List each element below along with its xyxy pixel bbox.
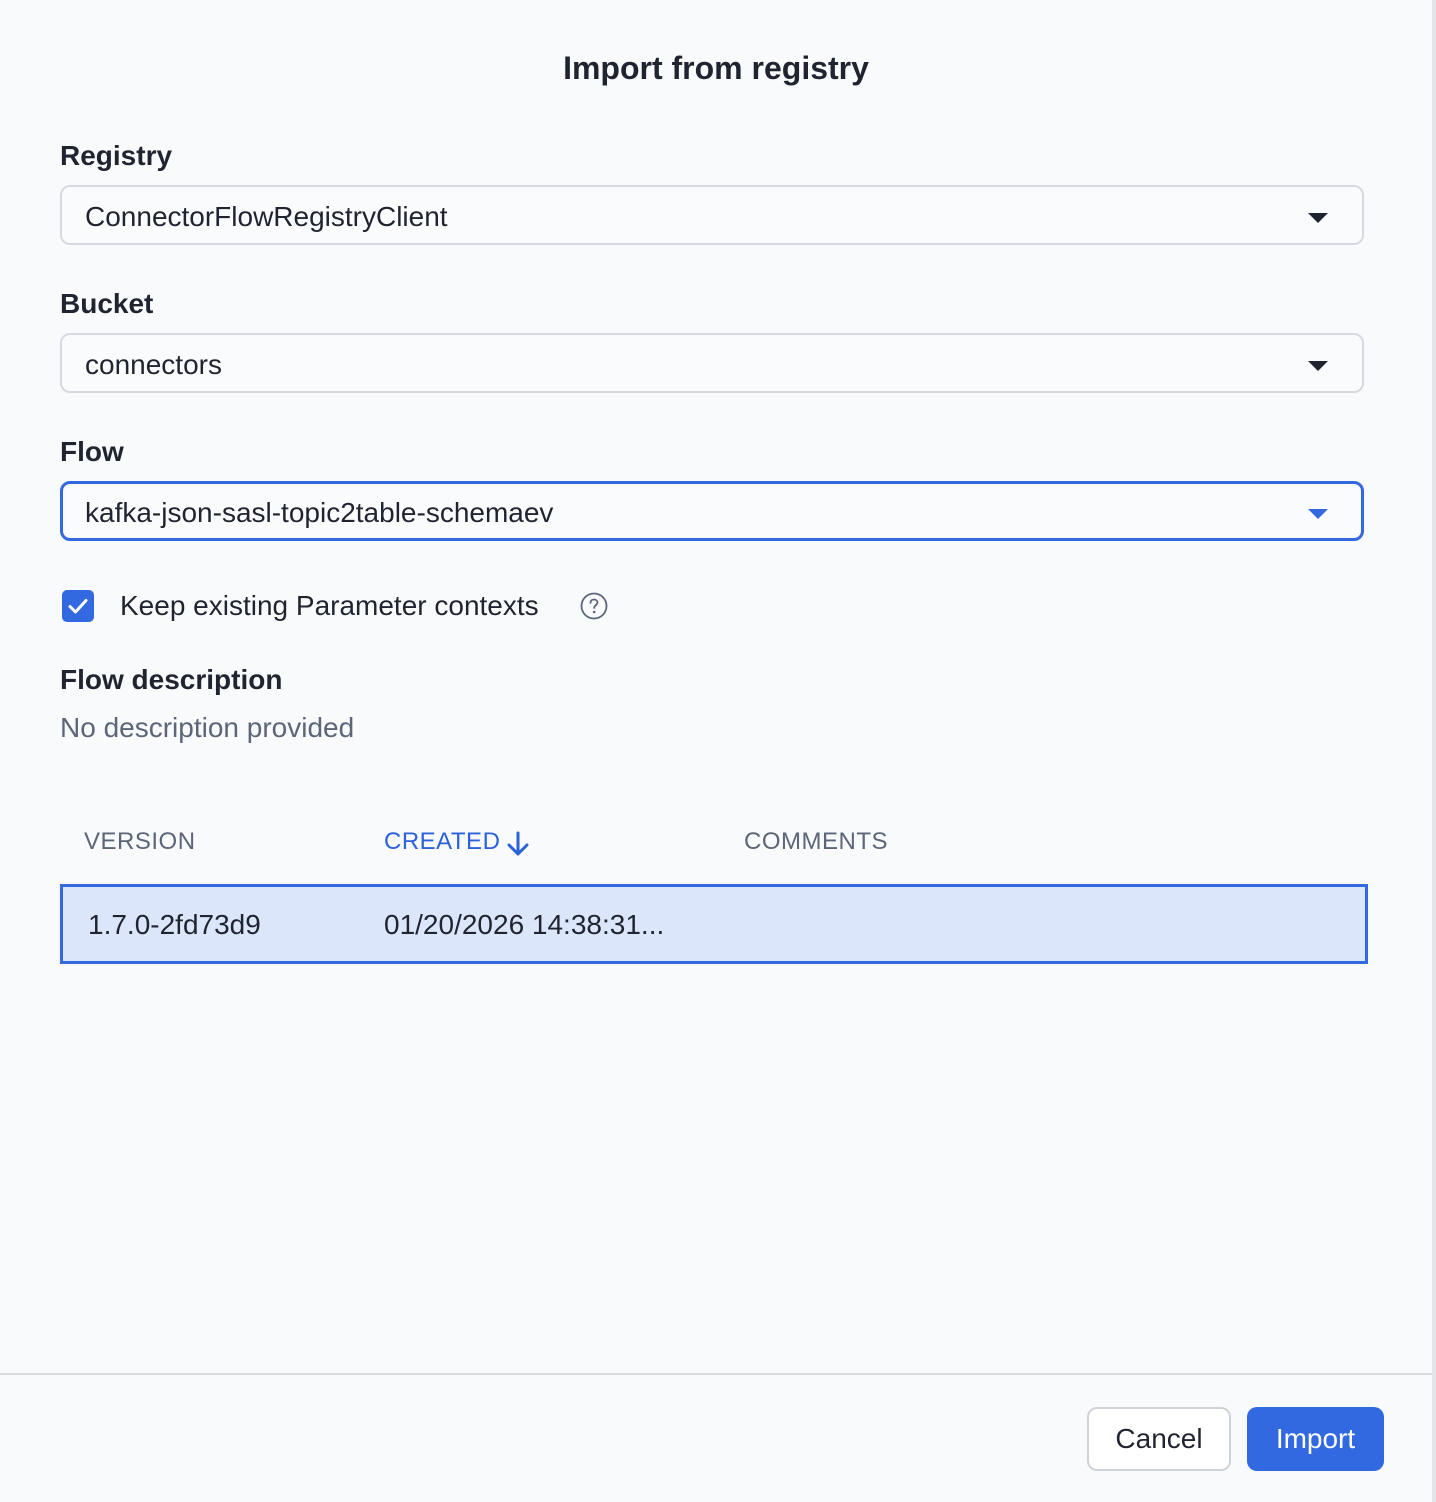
flow-label: Flow bbox=[60, 436, 124, 467]
flow-select[interactable]: kafka-json-sasl-topic2table-schemaev bbox=[60, 481, 1364, 541]
created-cell: 01/20/2026 14:38:31... bbox=[384, 909, 665, 940]
caret-down-icon bbox=[1308, 509, 1328, 519]
flow-select-value: kafka-json-sasl-topic2table-schemaev bbox=[85, 497, 554, 528]
arrow-down-icon[interactable] bbox=[506, 830, 530, 858]
column-header-comments[interactable]: COMMENTS bbox=[744, 828, 888, 856]
version-cell: 1.7.0-2fd73d9 bbox=[88, 909, 261, 940]
import-button[interactable]: Import bbox=[1247, 1407, 1384, 1471]
footer-divider bbox=[0, 1373, 1432, 1375]
registry-select-value: ConnectorFlowRegistryClient bbox=[85, 201, 448, 232]
column-header-version[interactable]: VERSION bbox=[84, 828, 196, 856]
keep-parameter-contexts-checkbox[interactable] bbox=[62, 590, 94, 622]
registry-select[interactable]: ConnectorFlowRegistryClient bbox=[60, 185, 1364, 245]
checkmark-icon bbox=[68, 599, 88, 614]
help-circle-icon[interactable] bbox=[580, 592, 608, 620]
import-from-registry-dialog: Import from registry Registry ConnectorF… bbox=[0, 0, 1436, 1502]
flow-description-text: No description provided bbox=[60, 712, 355, 743]
dialog-title: Import from registry bbox=[563, 50, 869, 86]
registry-label: Registry bbox=[60, 140, 173, 171]
flow-description-label: Flow description bbox=[60, 664, 283, 695]
bucket-select[interactable]: connectors bbox=[60, 333, 1364, 393]
table-row[interactable]: 1.7.0-2fd73d9 01/20/2026 14:38:31... bbox=[60, 884, 1368, 964]
bucket-select-value: connectors bbox=[85, 349, 222, 380]
caret-down-icon bbox=[1308, 213, 1328, 223]
column-header-created[interactable]: CREATED bbox=[384, 828, 500, 856]
cancel-button[interactable]: Cancel bbox=[1087, 1407, 1231, 1471]
bucket-label: Bucket bbox=[60, 288, 154, 319]
keep-parameter-contexts-label[interactable]: Keep existing Parameter contexts bbox=[120, 590, 539, 622]
caret-down-icon bbox=[1308, 361, 1328, 371]
